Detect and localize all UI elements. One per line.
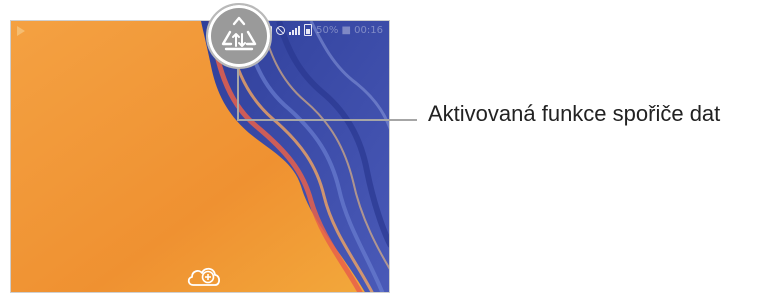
callout-leader-horizontal	[237, 119, 417, 121]
battery-icon	[304, 24, 313, 36]
cloud-add-icon[interactable]	[186, 264, 222, 288]
callout-label: Aktivovaná funkce spořiče dat	[428, 101, 721, 126]
callout-leader-vertical	[237, 69, 239, 121]
status-icons: 50% ■ 00:16	[266, 24, 383, 36]
blocked-icon	[276, 25, 286, 35]
status-faded-text: 50% ■ 00:16	[316, 24, 383, 36]
signal-icon	[289, 25, 301, 35]
play-notification-icon	[17, 26, 25, 36]
wallpaper	[11, 21, 389, 292]
data-saver-icon	[221, 16, 257, 51]
status-bar: 50% ■ 00:16	[11, 21, 389, 43]
phone-screen: 50% ■ 00:16	[10, 20, 390, 293]
data-saver-badge	[206, 3, 272, 69]
